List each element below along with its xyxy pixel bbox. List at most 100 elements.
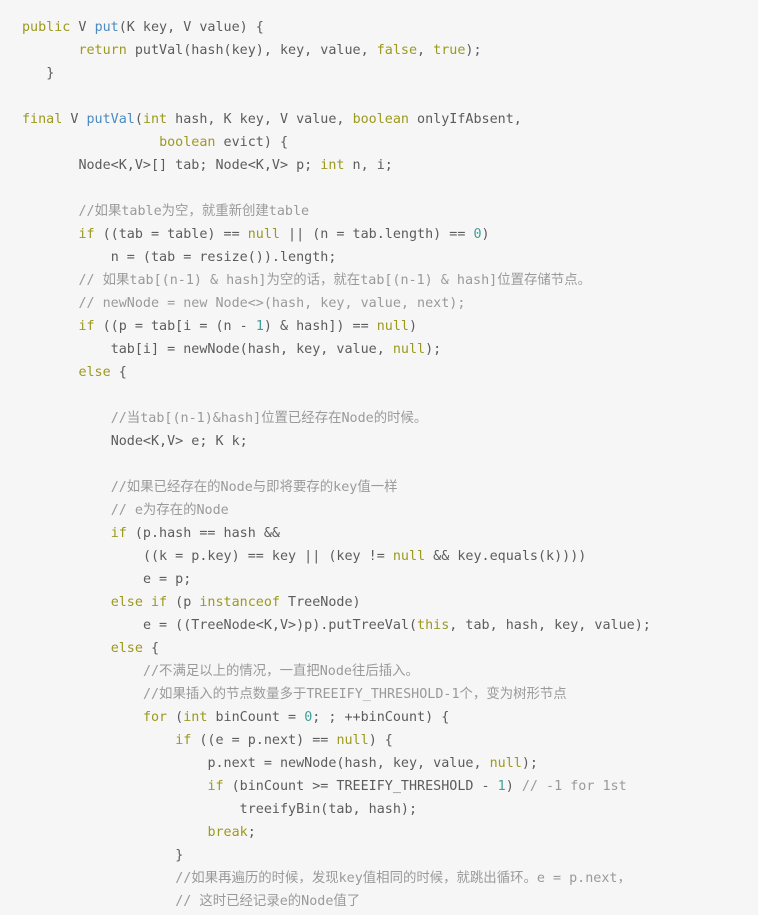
text-token: || (n = tab.length) == [280, 227, 474, 242]
code-line: p.next = newNode(hash, key, value, null)… [0, 752, 758, 775]
comment-token: //不满足以上的情况，一直把Node往后插入。 [142, 664, 419, 679]
keyword-token: for [142, 710, 168, 725]
text-token: tab[i] = newNode(hash, key, value, [110, 342, 393, 357]
text-token: V [62, 112, 87, 127]
text-token: onlyIfAbsent, [409, 112, 522, 127]
comment-token: //如果已经存在的Node与即将要存的key值一样 [110, 480, 398, 495]
code-line: e = ((TreeNode<K,V>)p).putTreeVal(this, … [0, 614, 758, 637]
text-token: (p.hash == hash && [126, 526, 280, 541]
code-line: treeifyBin(tab, hash); [0, 798, 758, 821]
code-line: break; [0, 821, 758, 844]
comment-token: // e为存在的Node [110, 503, 229, 518]
text-token: ((p = tab[i = (n - [94, 319, 256, 334]
keyword-token: if [110, 526, 127, 541]
text-token: binCount = [207, 710, 305, 725]
text-token: && key.equals(k)))) [425, 549, 587, 564]
function-token: put [94, 20, 119, 35]
keyword-token: int [183, 710, 208, 725]
text-token: evict) { [215, 135, 289, 150]
keyword-token: int [142, 112, 168, 127]
comment-token: //当tab[(n-1)&hash]位置已经存在Node的时候。 [110, 411, 428, 426]
comment-token: // newNode = new Node<>(hash, key, value… [78, 296, 466, 311]
code-block: public V put(K key, V value) { return pu… [0, 16, 758, 913]
code-line: if ((e = p.next) == null) { [0, 729, 758, 752]
text-token: e = ((TreeNode<K,V>)p).putTreeVal( [142, 618, 418, 633]
text-token: ((k = p.key) == key || (key != [142, 549, 393, 564]
code-line: boolean evict) { [0, 131, 758, 154]
text-token: ) [481, 227, 490, 242]
code-line: if ((tab = table) == null || (n = tab.le… [0, 223, 758, 246]
comment-token: // 如果tab[(n-1) & hash]为空的话，就在tab[(n-1) &… [78, 273, 591, 288]
code-line: //不满足以上的情况，一直把Node往后插入。 [0, 660, 758, 683]
code-line: //当tab[(n-1)&hash]位置已经存在Node的时候。 [0, 407, 758, 430]
comment-token: // 这时已经记录e的Node值了 [175, 894, 361, 909]
text-token: TreeNode) [280, 595, 361, 610]
text-token: n = (tab = resize()).length; [110, 250, 337, 265]
text-token: ); [521, 756, 538, 771]
text-token: { [110, 365, 127, 380]
text-token: ); [425, 342, 442, 357]
code-line: //如果再遍历的时候，发现key值相同的时候，就跳出循环。e = p.next， [0, 867, 758, 890]
code-line: // 如果tab[(n-1) & hash]为空的话，就在tab[(n-1) &… [0, 269, 758, 292]
keyword-token: final [22, 112, 63, 127]
code-line: if (binCount >= TREEIFY_THRESHOLD - 1) /… [0, 775, 758, 798]
comment-token: // -1 for 1st [521, 779, 627, 794]
code-line: return putVal(hash(key), key, value, fal… [0, 39, 758, 62]
keyword-token: null [392, 342, 426, 357]
text-token: treeifyBin(tab, hash); [239, 802, 418, 817]
code-line: if (p.hash == hash && [0, 522, 758, 545]
text-token: ((e = p.next) == [191, 733, 337, 748]
text-token: p.next = newNode(hash, key, value, [207, 756, 490, 771]
code-line: } [0, 844, 758, 867]
keyword-token: null [336, 733, 369, 748]
code-line: // newNode = new Node<>(hash, key, value… [0, 292, 758, 315]
keyword-token: true [433, 43, 466, 58]
text-token: hash, K key, V value, [167, 112, 353, 127]
text-token: (K key, V value) { [118, 20, 264, 35]
keyword-token: else [110, 641, 143, 656]
text-token: V [70, 20, 95, 35]
number-token: 1 [497, 779, 506, 794]
keyword-token: null [376, 319, 409, 334]
text-token: Node<K,V>[] tab; Node<K,V> p; [78, 158, 321, 173]
text-token: putVal(hash(key), key, value, [126, 43, 377, 58]
text-token: ( [134, 112, 143, 127]
text-token: , tab, hash, key, value); [449, 618, 651, 633]
number-token: 1 [255, 319, 264, 334]
comment-token: //如果table为空，就重新创建table [78, 204, 310, 219]
text-token: n, i; [344, 158, 393, 173]
text-token: } [175, 848, 184, 863]
keyword-token: if [78, 319, 95, 334]
text-token: ( [167, 710, 184, 725]
comment-token: //如果再遍历的时候，发现key值相同的时候，就跳出循环。e = p.next， [175, 871, 631, 886]
keyword-token: if [175, 733, 192, 748]
code-line: Node<K,V>[] tab; Node<K,V> p; int n, i; [0, 154, 758, 177]
code-line: //如果table为空，就重新创建table [0, 200, 758, 223]
code-line: //如果已经存在的Node与即将要存的key值一样 [0, 476, 758, 499]
comment-token: //如果插入的节点数量多于TREEIFY_THRESHOLD-1个，变为树形节点 [142, 687, 567, 702]
code-line: else { [0, 361, 758, 384]
code-line: Node<K,V> e; K k; [0, 430, 758, 453]
code-line: public V put(K key, V value) { [0, 16, 758, 39]
keyword-token: return [78, 43, 127, 58]
function-token: putVal [86, 112, 135, 127]
code-line: ((k = p.key) == key || (key != null && k… [0, 545, 758, 568]
text-token: ); [465, 43, 482, 58]
keyword-token: boolean [352, 112, 409, 127]
keyword-token: if [78, 227, 95, 242]
code-line: for (int binCount = 0; ; ++binCount) { [0, 706, 758, 729]
text-token: ) { [368, 733, 393, 748]
text-token: (p [167, 595, 200, 610]
text-token: ) & hash]) == [263, 319, 377, 334]
text-token: { [142, 641, 160, 656]
keyword-token: null [247, 227, 280, 242]
code-line: n = (tab = resize()).length; [0, 246, 758, 269]
code-line: // e为存在的Node [0, 499, 758, 522]
keyword-token: else [78, 365, 111, 380]
text-token: ; [247, 825, 256, 840]
keyword-token: this [417, 618, 450, 633]
code-line: if ((p = tab[i = (n - 1) & hash]) == nul… [0, 315, 758, 338]
